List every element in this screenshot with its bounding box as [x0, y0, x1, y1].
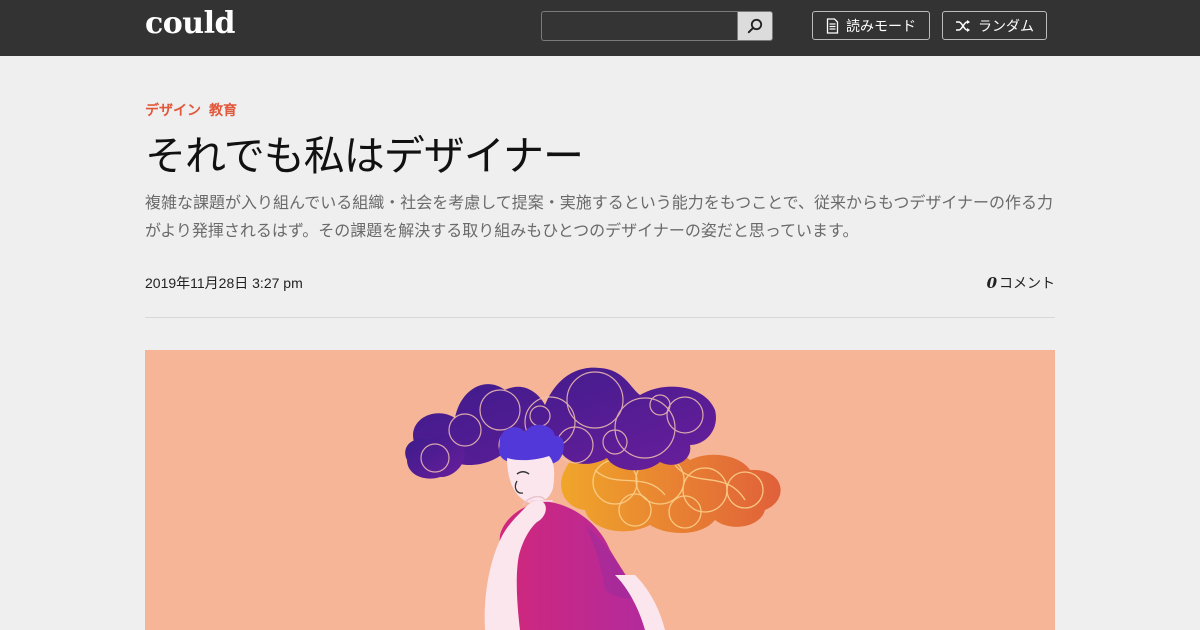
search-button[interactable] [737, 11, 773, 41]
publish-date: 2019年11月28日 3:27 pm [145, 275, 303, 291]
document-icon [826, 17, 839, 34]
category-list: デザイン 教育 [145, 100, 237, 120]
reading-mode-label: 読みモード [846, 17, 916, 34]
top-navigation-bar: could 読みモード ランダム [0, 0, 1200, 56]
comments-link[interactable]: 0 コメント [987, 273, 1055, 293]
category-link-education[interactable]: 教育 [209, 100, 237, 120]
random-label: ランダム [978, 17, 1034, 34]
article-lede: 複雑な課題が入り組んでいる組織・社会を考慮して提案・実施するという能力をもつこと… [145, 193, 1054, 240]
search-input[interactable] [541, 11, 738, 41]
category-link-design[interactable]: デザイン [145, 100, 201, 120]
article-title: それでも私はデザイナー [145, 132, 584, 180]
divider [145, 317, 1055, 318]
search-icon [747, 18, 763, 34]
random-article-button[interactable]: ランダム [942, 11, 1047, 40]
shuffle-icon [956, 19, 970, 32]
hero-image [145, 350, 1055, 630]
site-logo[interactable]: could [145, 6, 235, 41]
illustration-thinking-person [405, 367, 781, 630]
reading-mode-button[interactable]: 読みモード [812, 11, 930, 40]
comment-label: コメント [999, 276, 1055, 292]
comment-count: 0 [986, 274, 997, 292]
